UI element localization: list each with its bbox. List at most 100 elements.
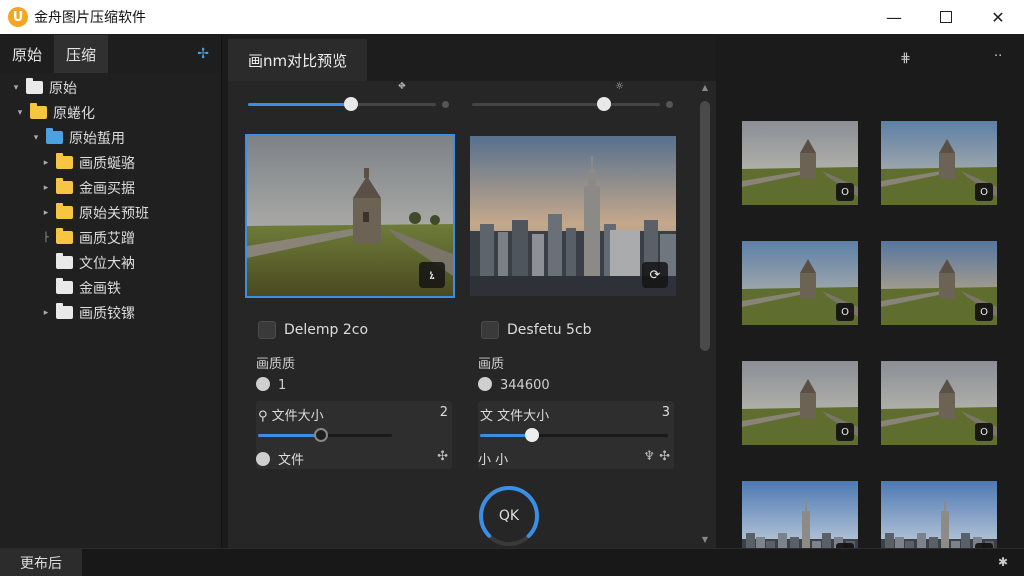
setting-label: 文件大小 — [497, 409, 550, 424]
expand-caret-icon[interactable]: ├ — [40, 233, 52, 243]
thumbnail-badge-icon[interactable]: O — [836, 183, 854, 201]
setting-label: 文件大小 — [271, 409, 324, 424]
scroll-down-icon[interactable]: ▼ — [698, 535, 712, 544]
slider-end-dot — [442, 101, 449, 108]
folder-icon — [56, 178, 73, 194]
text-icon: 文 — [480, 409, 494, 424]
thumbnail[interactable]: O — [881, 361, 997, 445]
expand-caret-icon[interactable]: ▸ — [40, 308, 52, 318]
scroll-up-icon[interactable]: ▲ — [698, 83, 712, 92]
preview-badge[interactable]: ኒ — [419, 262, 445, 288]
size-slider-knob[interactable] — [313, 428, 328, 442]
thumbnail[interactable]: O — [742, 241, 858, 325]
file-size-panel: ⚲ 文件大小 2 文件 ✣ — [256, 401, 452, 469]
radio-button[interactable] — [478, 377, 492, 391]
status-bar: 更布后 ✱ — [0, 548, 1024, 576]
original-checkbox-row[interactable]: Delemp 2co — [258, 321, 368, 339]
folder-icon — [56, 303, 73, 319]
folder-icon — [56, 253, 73, 269]
tree-item-label: 金画买据 — [79, 180, 135, 197]
expand-caret-icon[interactable]: ▸ — [40, 158, 52, 168]
brightness-icon: ☼ — [615, 81, 624, 92]
radio-button[interactable] — [256, 377, 270, 391]
tree-item[interactable]: ▾ 原蜷化 — [0, 100, 221, 125]
slider-fill — [248, 103, 352, 106]
compressed-checkbox-row[interactable]: Desfetu 5cb — [481, 321, 592, 339]
preview-badge[interactable]: ⟳ — [642, 262, 668, 288]
quality-radio-row[interactable]: 344600 — [478, 377, 550, 393]
tree-item[interactable]: ├ 画质艾蹭 — [0, 225, 221, 250]
minimize-button[interactable]: — — [868, 0, 920, 34]
expand-caret-icon[interactable]: ▸ — [40, 208, 52, 218]
expand-caret-icon[interactable]: ▸ — [40, 183, 52, 193]
tree-item[interactable]: ▸ 金画买据 — [0, 175, 221, 200]
checkbox-label: Desfetu 5cb — [507, 322, 592, 338]
quality-label: 画质 — [478, 357, 505, 372]
expand-caret-icon[interactable]: ▾ — [30, 133, 42, 143]
checkbox[interactable] — [481, 321, 499, 339]
checkbox[interactable] — [258, 321, 276, 339]
settings-star-icon[interactable]: ✱ — [998, 555, 1008, 569]
tree-item[interactable]: ▸ 画质蜒骆 — [0, 150, 221, 175]
quality-radio-row[interactable]: 1 — [256, 377, 286, 393]
tree-item-label: 原始关预班 — [79, 205, 149, 222]
status-button[interactable]: 更布后 — [0, 549, 82, 576]
radio-button[interactable] — [256, 452, 270, 466]
center-tabbar: 画nm对比预览 — [228, 35, 716, 81]
size-slider-fill — [480, 434, 527, 437]
thumbnail-badge-icon[interactable]: O — [975, 303, 993, 321]
quality-value: 344600 — [500, 378, 550, 393]
tree-item[interactable]: ▸ 原始关预班 — [0, 200, 221, 225]
thumbnail[interactable]: O — [742, 361, 858, 445]
left-top-slider[interactable]: ⛖ — [248, 81, 449, 111]
thumbnail-badge-icon[interactable]: O — [836, 423, 854, 441]
file-size-panel: 文 文件大小 3 小 小 ♆ ✣ — [478, 401, 674, 469]
thumbnail-badge-icon[interactable]: O — [975, 423, 993, 441]
compressed-preview-image[interactable]: ⟳ — [470, 136, 676, 296]
tab-compressed[interactable]: 压缩 — [54, 35, 109, 73]
tree-item-label: 文位大衲 — [79, 255, 135, 272]
original-preview-image[interactable]: ኒ — [245, 134, 455, 298]
expand-caret-icon[interactable]: ▾ — [10, 83, 22, 93]
thumbnail[interactable]: O — [881, 241, 997, 325]
slider-knob[interactable] — [596, 97, 611, 111]
tree-item[interactable]: ▾ 原始蜇用 — [0, 125, 221, 150]
folder-icon — [56, 153, 73, 169]
thumbnail[interactable]: O — [742, 121, 858, 205]
move-icon[interactable]: ✣ — [437, 449, 448, 464]
left-tabs: 原始 压缩 ✢ — [0, 35, 221, 73]
tree-item-label: 画质铰镙 — [79, 305, 135, 322]
tree-item[interactable]: 文位大衲 — [0, 250, 221, 275]
vertical-scrollbar[interactable]: ▲ ▼ — [698, 81, 712, 548]
right-top-slider[interactable]: ☼ — [472, 81, 673, 111]
setting-row: 文 文件大小 3 — [478, 405, 674, 424]
tab-original[interactable]: 原始 — [0, 35, 54, 73]
window-controls: — ✕ — [868, 0, 1024, 34]
size-slider-knob[interactable] — [525, 428, 539, 442]
setting-row: ⚲ 文件大小 2 — [256, 405, 452, 424]
folder-icon — [26, 78, 43, 94]
adjust-icon: ⛖ — [398, 81, 406, 92]
tab-compare-preview[interactable]: 画nm对比预览 — [228, 39, 368, 81]
thumbnail-badge-icon[interactable]: O — [975, 183, 993, 201]
ok-button[interactable]: QK — [478, 485, 540, 547]
tree-item[interactable]: ▸ 画质铰镙 — [0, 300, 221, 325]
app-title: 金舟图片压缩软件 — [34, 10, 146, 26]
expand-caret-icon[interactable]: ▾ — [14, 108, 26, 118]
tree-item-label: 画质蜒骆 — [79, 155, 135, 172]
pin-icon[interactable]: ✢ — [197, 46, 209, 62]
thumbnail-badge-icon[interactable]: O — [836, 303, 854, 321]
slider-knob[interactable] — [344, 97, 359, 111]
more-icon[interactable]: ·· — [994, 49, 1002, 64]
tree-item[interactable]: 金画铁 — [0, 275, 221, 300]
maximize-button[interactable] — [920, 0, 972, 34]
scroll-thumb[interactable] — [700, 101, 710, 351]
thumbnail[interactable]: O — [881, 121, 997, 205]
tree-item[interactable]: ▾ 原始 — [0, 75, 221, 100]
slider-track — [472, 103, 660, 106]
app-logo-icon: U — [8, 7, 28, 27]
grid-icon[interactable]: ⋕ — [900, 51, 911, 66]
tool-icons[interactable]: ♆ ✣ — [643, 449, 670, 464]
close-button[interactable]: ✕ — [972, 0, 1024, 34]
folder-icon — [46, 128, 63, 144]
